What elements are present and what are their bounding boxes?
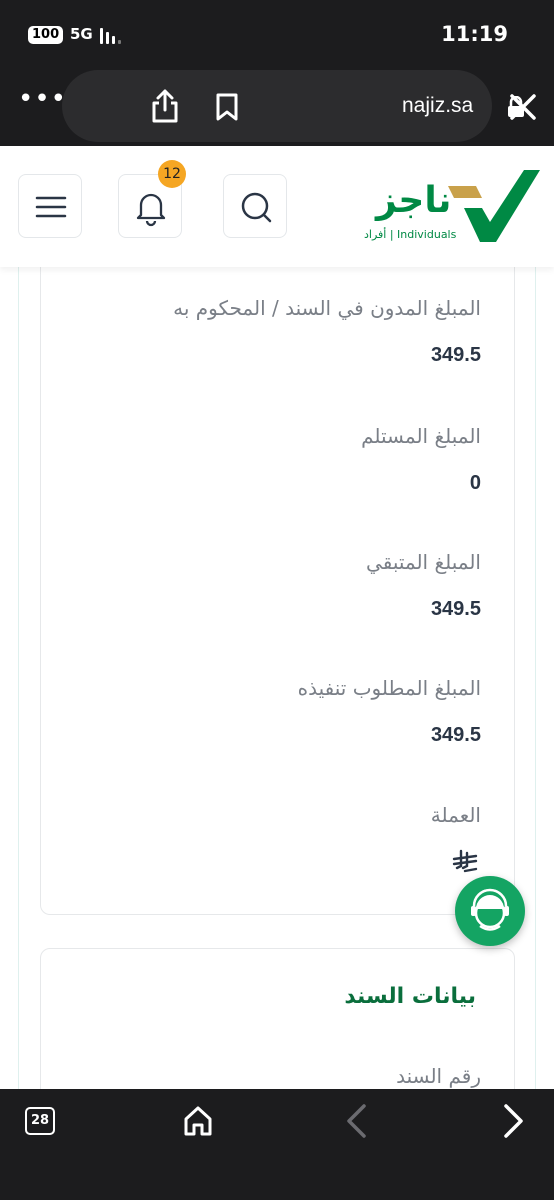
support-agent-icon — [471, 888, 509, 931]
search-button[interactable] — [223, 174, 287, 238]
field-value: 349.5 — [430, 724, 481, 746]
field-value: 349.5 — [430, 598, 481, 620]
hamburger-icon — [35, 196, 67, 218]
search-icon — [241, 192, 272, 223]
more-options-icon[interactable]: ••• — [18, 86, 66, 117]
back-arrow-icon[interactable] — [344, 1103, 368, 1139]
home-icon[interactable] — [182, 1105, 214, 1137]
field-value: 0 — [469, 472, 481, 494]
support-button[interactable] — [455, 876, 525, 946]
bookmark-icon[interactable] — [214, 93, 240, 121]
site-header: 12 ناجز أفراد | Individuals — [0, 146, 554, 267]
field-label: المبلغ المدون في السند / المحكوم به — [173, 296, 481, 320]
web-page: 12 ناجز أفراد | Individuals المبلغ المدو… — [0, 146, 554, 1089]
section-title: بيانات السند — [344, 984, 476, 1009]
browser-bottom-toolbar: 28 — [0, 1089, 554, 1200]
logo-check-icon — [448, 170, 540, 242]
field-label: المبلغ المستلم — [361, 424, 481, 448]
logo-name: ناجز — [376, 180, 452, 221]
browser-toolbar: ••• najiz.sa — [0, 70, 554, 146]
close-icon[interactable] — [508, 92, 538, 122]
field-label: المبلغ المتبقي — [366, 550, 481, 574]
logo-subtitle: أفراد | Individuals — [364, 228, 457, 241]
forward-arrow-icon[interactable] — [502, 1103, 526, 1139]
url-text: najiz.sa — [402, 94, 474, 117]
field-label: رقم السند — [396, 1064, 481, 1088]
menu-button[interactable] — [18, 174, 82, 238]
address-bar[interactable]: najiz.sa — [62, 70, 524, 142]
notification-badge: 12 — [158, 160, 186, 188]
riyal-currency-icon — [452, 849, 478, 873]
signal-icon — [100, 28, 126, 44]
field-value: 349.5 — [430, 344, 481, 366]
network-type: 5G — [70, 25, 93, 43]
tabs-icon[interactable]: 28 — [25, 1107, 55, 1135]
clock: 11:19 — [441, 22, 508, 46]
najiz-logo[interactable]: ناجز أفراد | Individuals — [360, 166, 540, 246]
share-icon[interactable] — [150, 88, 180, 124]
status-bar: 100 5G 11:19 — [0, 0, 554, 70]
battery-indicator: 100 — [28, 26, 64, 44]
field-label: العملة — [430, 803, 481, 827]
field-label: المبلغ المطلوب تنفيذه — [297, 676, 481, 700]
